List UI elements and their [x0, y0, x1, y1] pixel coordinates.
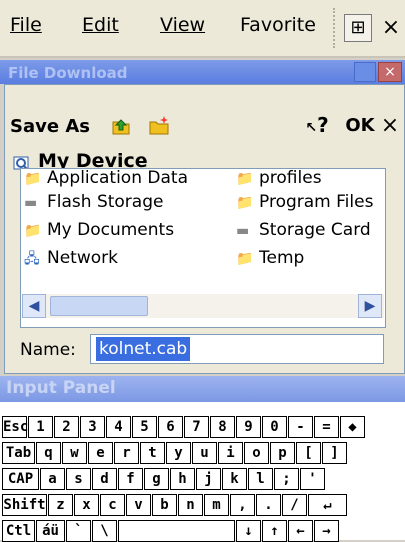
key[interactable]: s	[66, 468, 91, 490]
network-icon: 🖧	[24, 251, 40, 267]
download-window-title: File Download	[8, 64, 128, 82]
close-dialog-button[interactable]: ×	[378, 112, 402, 140]
folder-icon: 📁	[236, 171, 254, 187]
list-item[interactable]: 📁 Temp	[236, 248, 386, 272]
key[interactable]: v	[126, 494, 151, 516]
key[interactable]: c	[100, 494, 125, 516]
key[interactable]: d	[92, 468, 117, 490]
key[interactable]: áü	[36, 520, 65, 542]
list-item[interactable]: 📁 Application Data	[24, 168, 230, 192]
list-item[interactable]: 📁 My Documents	[24, 220, 230, 244]
key[interactable]: 8	[210, 416, 235, 438]
key[interactable]: ◆	[340, 416, 365, 438]
filename-value[interactable]: kolnet.cab	[96, 337, 191, 361]
key[interactable]: u	[192, 442, 217, 464]
key[interactable]: z	[48, 494, 73, 516]
dialog-title: Save As	[10, 116, 90, 137]
key[interactable]: '	[300, 468, 325, 490]
help-button[interactable]: ↖?	[300, 112, 334, 138]
key[interactable]: ,	[230, 494, 255, 516]
key[interactable]: /	[282, 494, 307, 516]
list-item[interactable]: 📁 Program Files	[236, 192, 386, 216]
key[interactable]: Ctl	[2, 520, 35, 542]
input-panel-title: Input Panel	[6, 378, 116, 398]
key[interactable]: o	[244, 442, 269, 464]
folder-icon: 📁	[24, 171, 42, 187]
menu-file[interactable]: File	[8, 14, 44, 44]
toolbar-grip[interactable]	[333, 8, 339, 48]
folder-icon: 📁	[236, 195, 254, 211]
key[interactable]: Esc	[2, 416, 28, 438]
key-space[interactable]	[118, 520, 235, 542]
key[interactable]: ←	[288, 520, 313, 542]
key[interactable]: l	[248, 468, 273, 490]
scroll-right-icon[interactable]: ▶	[358, 294, 382, 318]
ok-button[interactable]: OK	[344, 112, 376, 140]
key[interactable]: 9	[236, 416, 261, 438]
key[interactable]: 4	[106, 416, 131, 438]
key[interactable]: a	[40, 468, 65, 490]
menu-view[interactable]: View	[158, 14, 207, 44]
key[interactable]: ]	[322, 442, 347, 464]
key[interactable]: 1	[28, 416, 53, 438]
key[interactable]: f	[118, 468, 143, 490]
key[interactable]: Shift	[2, 494, 47, 516]
key[interactable]: `	[66, 520, 91, 542]
key[interactable]: p	[270, 442, 295, 464]
drive-icon: ▬	[236, 223, 250, 239]
key[interactable]: q	[36, 442, 61, 464]
key[interactable]: ↵	[308, 494, 347, 516]
key[interactable]: =	[314, 416, 339, 438]
up-folder-icon[interactable]	[108, 114, 134, 140]
key[interactable]: m	[204, 494, 229, 516]
key[interactable]: .	[256, 494, 281, 516]
key[interactable]: CAP	[2, 468, 39, 490]
window-icon[interactable]: ⊞	[344, 14, 372, 42]
list-item[interactable]: ▬ Flash Storage	[24, 192, 230, 216]
cursor-icon: ↖	[305, 120, 318, 136]
key[interactable]: →	[314, 520, 339, 542]
key[interactable]: 7	[184, 416, 209, 438]
key[interactable]: k	[222, 468, 247, 490]
folder-icon: 📁	[236, 251, 254, 267]
folder-icon: 📁	[24, 223, 42, 239]
key[interactable]: Tab	[2, 442, 35, 464]
close-app-button[interactable]: ×	[378, 14, 404, 42]
list-item[interactable]: 📁 profiles	[236, 168, 386, 192]
key[interactable]: r	[114, 442, 139, 464]
key[interactable]: -	[288, 416, 313, 438]
key[interactable]: x	[74, 494, 99, 516]
key[interactable]: j	[196, 468, 221, 490]
key[interactable]: n	[178, 494, 203, 516]
scroll-left-icon[interactable]: ◀	[22, 294, 46, 318]
key[interactable]: g	[144, 468, 169, 490]
key[interactable]: [	[296, 442, 321, 464]
key[interactable]: 3	[80, 416, 105, 438]
download-close-button[interactable]: ×	[378, 62, 402, 82]
key[interactable]: \	[92, 520, 117, 542]
drive-icon: ▬	[24, 195, 38, 211]
key[interactable]: b	[152, 494, 177, 516]
key[interactable]: 2	[54, 416, 79, 438]
key[interactable]: h	[170, 468, 195, 490]
name-label: Name:	[20, 340, 76, 360]
menu-favorite[interactable]: Favorite	[238, 14, 318, 44]
menu-edit[interactable]: Edit	[80, 14, 121, 44]
download-minimize-button[interactable]	[354, 62, 376, 82]
key[interactable]: i	[218, 442, 243, 464]
key[interactable]: e	[88, 442, 113, 464]
key[interactable]: ↓	[236, 520, 261, 542]
key[interactable]: ↑	[262, 520, 287, 542]
key[interactable]: y	[166, 442, 191, 464]
key[interactable]: 5	[132, 416, 157, 438]
key[interactable]: t	[140, 442, 165, 464]
key[interactable]: ;	[274, 468, 299, 490]
key[interactable]: w	[62, 442, 87, 464]
new-folder-icon[interactable]	[146, 114, 172, 140]
list-item[interactable]: 🖧 Network	[24, 248, 230, 272]
list-item[interactable]: ▬ Storage Card	[236, 220, 386, 244]
key[interactable]: 0	[262, 416, 287, 438]
key[interactable]: 6	[158, 416, 183, 438]
scrollbar-thumb[interactable]	[50, 296, 148, 316]
